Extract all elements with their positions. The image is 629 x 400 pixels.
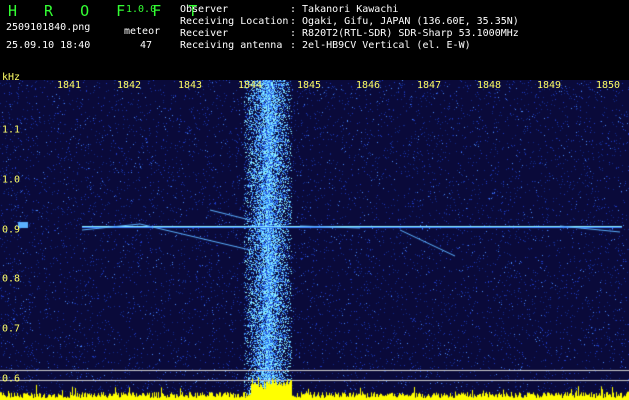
app-version: 1.0.0: [126, 4, 157, 15]
meteor-label: meteor: [124, 26, 161, 37]
x-tick-label: 1849: [536, 80, 562, 91]
x-tick-label: 1844: [237, 80, 263, 91]
antenna-label: Receiving antenna: [180, 40, 283, 51]
observer-label: Observer: [180, 4, 229, 15]
x-tick-label: 1843: [177, 80, 203, 91]
y-tick-label: 0.6: [2, 373, 21, 385]
y-tick-label: 1.0: [2, 174, 21, 186]
receiver-value: : R820T2(RTL-SDR) SDR-Sharp 53.1000MHz: [290, 28, 519, 39]
antenna-value: : 2el-HB9CV Vertical (el. E-W): [290, 40, 471, 51]
y-tick-label: 0.9: [2, 224, 21, 236]
x-tick-label: 1845: [296, 80, 322, 91]
receiver-label: Receiver: [180, 28, 229, 39]
location-value: : Ogaki, Gifu, JAPAN (136.60E, 35.35N): [290, 16, 519, 27]
x-tick-label: 1850: [595, 80, 621, 91]
y-axis-unit: kHz: [2, 72, 21, 83]
observer-value: : Takanori Kawachi: [290, 4, 399, 15]
x-tick-label: 1842: [116, 80, 142, 91]
waterfall-spectrogram: [0, 80, 629, 400]
y-tick-label: 1.1: [2, 124, 21, 136]
x-tick-label: 1846: [355, 80, 381, 91]
date-time: 25.09.10 18:40: [6, 40, 91, 51]
header-panel: H R O F F T 1.0.0 2509101840.png meteor …: [0, 0, 629, 64]
file-name: 2509101840.png: [6, 22, 91, 33]
app-name: H R O F F T: [8, 2, 207, 20]
x-tick-label: 1847: [416, 80, 442, 91]
meteor-count: 47: [140, 40, 153, 51]
x-tick-label: 1848: [476, 80, 502, 91]
x-tick-label: 1841: [56, 80, 82, 91]
y-tick-label: 0.8: [2, 273, 21, 285]
y-tick-label: 0.7: [2, 323, 21, 335]
location-label: Receiving Location: [180, 16, 289, 27]
